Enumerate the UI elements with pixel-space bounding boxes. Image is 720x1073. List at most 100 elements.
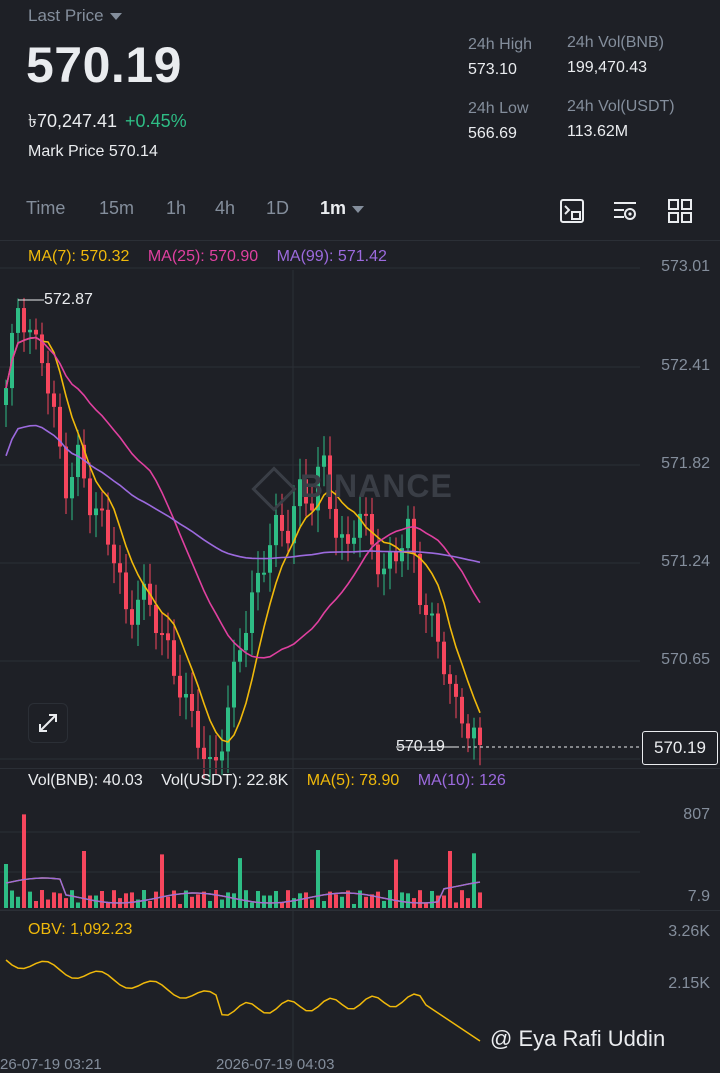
- volume-bar: [10, 890, 14, 908]
- candle-body: [208, 757, 212, 760]
- volume-axis-top: 807: [683, 806, 710, 823]
- stat-24h-high-label: 24h High: [468, 36, 533, 53]
- candle-body: [88, 478, 92, 516]
- candle-body: [28, 329, 32, 333]
- volume-bar: [340, 896, 344, 908]
- current-price-tag[interactable]: 570.19: [642, 731, 718, 765]
- high-marker-label: 572.87: [44, 291, 93, 308]
- candle-body: [202, 747, 206, 760]
- candle-body: [100, 508, 104, 511]
- volume-bar: [190, 896, 194, 908]
- binance-watermark: BINANCE: [251, 465, 453, 512]
- volume-bar: [406, 893, 410, 908]
- vol-ma10-value: MA(10): 126: [417, 772, 506, 789]
- candle-body: [70, 477, 74, 499]
- volume-bar: [178, 903, 182, 908]
- stat-24h-vol-bnb-value: 199,470.43: [567, 59, 648, 76]
- volume-bar: [250, 902, 254, 908]
- volume-bar: [16, 896, 20, 908]
- candlestick-chart[interactable]: [0, 240, 720, 1066]
- watermark-text: BINANCE: [300, 468, 453, 504]
- price-axis-label: 571.82: [661, 455, 710, 472]
- mark-price-line: Mark Price 570.14: [28, 143, 158, 161]
- candle-body: [364, 513, 368, 516]
- volume-bar: [40, 890, 44, 908]
- volume-bar: [142, 890, 146, 908]
- volume-bar: [46, 899, 50, 908]
- candle-body: [322, 455, 326, 467]
- mark-price-value: 570.14: [108, 143, 158, 160]
- indicator-icon[interactable]: [612, 198, 638, 224]
- candle-body: [214, 757, 218, 761]
- volume-bar: [286, 890, 290, 908]
- tab-1d[interactable]: 1D: [266, 198, 289, 219]
- candle-body: [352, 537, 356, 544]
- volume-bar: [292, 898, 296, 908]
- candle-body: [280, 514, 284, 531]
- candle-body: [124, 572, 128, 610]
- stat-24h-low-label: 24h Low: [468, 100, 529, 117]
- candle-body: [478, 727, 482, 745]
- volume-bar: [280, 902, 284, 908]
- candle-body: [130, 609, 134, 625]
- candle-body: [370, 514, 374, 545]
- candle-body: [160, 633, 164, 636]
- volume-bar: [70, 890, 74, 908]
- chart-settings-icon[interactable]: [559, 198, 585, 224]
- divider: [0, 910, 720, 911]
- tab-4h[interactable]: 4h: [215, 198, 235, 219]
- volume-bar: [400, 892, 404, 908]
- candle-body: [406, 518, 410, 549]
- candle-body: [262, 572, 266, 575]
- volume-bar: [124, 893, 128, 908]
- candle-body: [436, 613, 440, 642]
- fiat-price-line: ৳70,247.41 +0.45%: [28, 107, 187, 138]
- time-axis-label: 26-07-19 03:21: [0, 1056, 102, 1073]
- candle-body: [76, 444, 80, 478]
- candle-body: [94, 508, 98, 516]
- volume-bar: [28, 891, 32, 908]
- candle-body: [154, 604, 158, 634]
- volume-bar: [382, 900, 386, 908]
- stat-24h-high-value: 573.10: [468, 61, 517, 78]
- volume-bar: [130, 892, 134, 908]
- candle-body: [274, 514, 278, 546]
- expand-arrows-icon: [39, 714, 57, 732]
- candle-body: [448, 674, 452, 684]
- volume-bar: [334, 894, 338, 908]
- last-price-label: Last Price: [28, 6, 104, 25]
- candle-body: [4, 388, 8, 406]
- candle-body: [340, 534, 344, 538]
- tab-time[interactable]: Time: [26, 198, 65, 219]
- candle-body: [472, 727, 476, 739]
- candle-body: [22, 308, 26, 333]
- volume-bar: [166, 896, 170, 908]
- ma99-value: MA(99): 571.42: [276, 248, 387, 265]
- obv-axis-mid: 2.15K: [668, 975, 710, 992]
- ma7-value: MA(7): 570.32: [28, 248, 130, 265]
- volume-bar: [454, 902, 458, 908]
- tab-1m-dropdown[interactable]: 1m: [320, 198, 365, 219]
- volume-bar: [298, 893, 302, 908]
- price-axis-label: 572.41: [661, 357, 710, 374]
- volume-bar: [304, 892, 308, 908]
- volume-bar: [262, 895, 266, 908]
- tab-1h[interactable]: 1h: [166, 198, 186, 219]
- candle-body: [34, 329, 38, 335]
- obv-line: [5, 959, 481, 1042]
- volume-bar: [466, 898, 470, 908]
- candle-body: [52, 393, 56, 407]
- candle-body: [430, 613, 434, 616]
- last-price-value: 570.19: [26, 37, 182, 93]
- fullscreen-button[interactable]: [28, 703, 68, 743]
- candle-body: [166, 633, 170, 641]
- candle-body: [232, 661, 236, 708]
- tab-15m[interactable]: 15m: [99, 198, 134, 219]
- binance-logo-icon: [251, 465, 297, 512]
- last-price-dropdown[interactable]: Last Price: [28, 6, 122, 26]
- layout-grid-icon[interactable]: [667, 198, 693, 224]
- volume-bar: [232, 893, 236, 908]
- candle-body: [460, 696, 464, 724]
- candle-body: [256, 572, 260, 593]
- candle-body: [46, 363, 50, 394]
